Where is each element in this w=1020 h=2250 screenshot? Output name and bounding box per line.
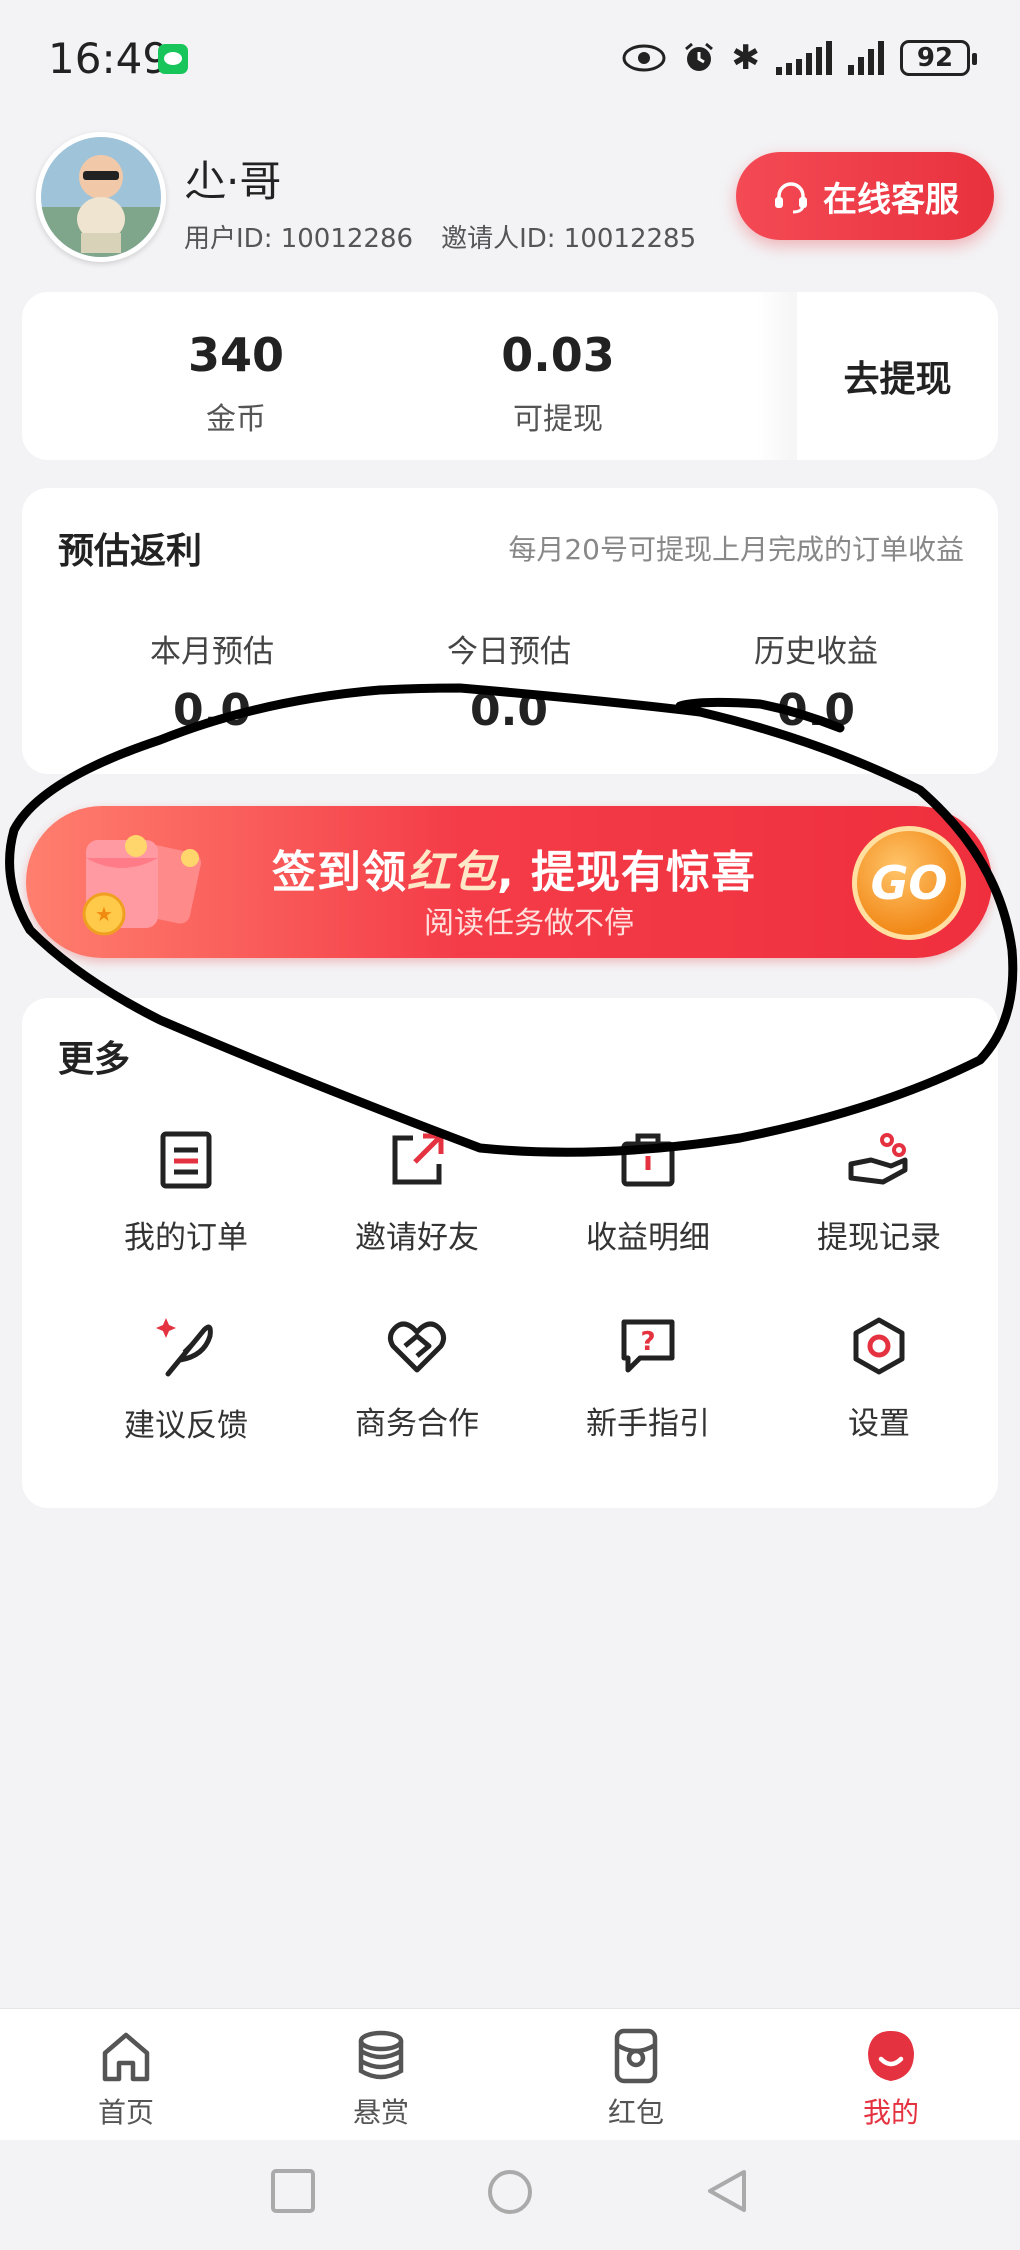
coins-stat[interactable]: 340 金币 [136, 328, 336, 438]
menu-item-invite[interactable]: 邀请好友 [317, 1130, 517, 1257]
go-button[interactable]: GO [852, 826, 966, 940]
profile-page: 16:49 ✱ 92 尐·哥 用户ID: 10012286 邀请人ID: 100… [0, 0, 1020, 2250]
headset-icon [775, 182, 807, 214]
banner-title-part2: , 提现有惊喜 [497, 847, 757, 898]
rebate-today-value: 0.0 [470, 685, 548, 736]
nav-label: 悬赏 [352, 2096, 409, 2129]
status-time: 16:49 [48, 34, 170, 83]
home-icon [102, 2032, 150, 2082]
order-icon [160, 1131, 212, 1189]
withdrawable-value: 0.03 [501, 328, 615, 382]
menu-label: 邀请好友 [355, 1220, 479, 1256]
rebate-note: 每月20号可提现上月完成的订单收益 [508, 533, 964, 566]
bottom-nav: 首页 悬赏 红包 我的 [0, 2008, 1020, 2140]
rebate-history-label: 历史收益 [754, 634, 878, 670]
home-button-icon[interactable] [486, 2168, 534, 2216]
withdrawable-stat[interactable]: 0.03 可提现 [458, 328, 658, 438]
nav-item-home[interactable]: 首页 [46, 2027, 206, 2131]
menu-label: 设置 [848, 1406, 910, 1442]
status-icons: ✱ 92 [622, 38, 977, 78]
menu-item-business[interactable]: 商务合作 [317, 1316, 517, 1443]
balance-card: 340 金币 0.03 可提现 去提现 [22, 292, 998, 460]
profile-icon [868, 2031, 914, 2081]
more-card: 更多 我的订单 邀请好友 收益明细 提现记录 建议反馈 商务合作 ? 新手指引 [22, 998, 998, 1508]
red-envelope-icon: ★ [82, 835, 201, 936]
menu-label: 建议反馈 [124, 1408, 248, 1444]
nav-item-red-packet[interactable]: 红包 [556, 2027, 716, 2131]
menu-item-feedback[interactable]: 建议反馈 [86, 1316, 286, 1445]
user-id: 用户ID: 10012286 [184, 224, 414, 254]
banner-subtitle: 阅读任务做不停 [424, 906, 634, 941]
wechat-notification-icon [158, 44, 188, 74]
nav-item-mine[interactable]: 我的 [811, 2027, 971, 2131]
coins-label: 金币 [206, 402, 266, 437]
avatar[interactable] [36, 132, 166, 262]
help-icon: ? [621, 1319, 675, 1373]
divider [757, 292, 797, 460]
handshake-icon [387, 1321, 447, 1373]
menu-item-guide[interactable]: ? 新手指引 [548, 1316, 748, 1443]
red-packet-icon [614, 2028, 658, 2084]
menu-item-earnings[interactable]: 收益明细 [548, 1130, 748, 1257]
rebate-month[interactable]: 本月预估 0.0 [102, 626, 322, 736]
system-nav-bar [0, 2140, 1020, 2250]
rebate-history-value: 0.0 [777, 685, 855, 736]
eye-icon [622, 44, 665, 72]
user-ids: 用户ID: 10012286 邀请人ID: 10012285 [184, 218, 696, 255]
menu-label: 我的订单 [124, 1220, 248, 1256]
rebate-month-label: 本月预估 [150, 634, 274, 670]
banner-title-part1: 签到领 [272, 847, 407, 898]
status-bar: 16:49 ✱ 92 [0, 0, 1020, 120]
rebate-card: 预估返利 每月20号可提现上月完成的订单收益 本月预估 0.0 今日预估 0.0… [22, 488, 998, 774]
online-service-button[interactable]: 在线客服 [736, 152, 994, 240]
withdraw-button[interactable]: 去提现 [797, 292, 998, 460]
battery-level: 92 [916, 43, 954, 73]
menu-item-withdraw-record[interactable]: 提现记录 [779, 1130, 979, 1257]
menu-label: 商务合作 [355, 1406, 479, 1442]
withdrawable-label: 可提现 [513, 402, 603, 437]
settings-icon [853, 1317, 905, 1375]
rebate-today[interactable]: 今日预估 0.0 [399, 626, 619, 736]
signal-icon [776, 41, 832, 75]
menu-label: 收益明细 [586, 1220, 710, 1256]
menu-label: 新手指引 [586, 1406, 710, 1442]
nav-label: 我的 [862, 2096, 919, 2129]
nav-label: 首页 [97, 2096, 154, 2129]
coins-icon [358, 2030, 404, 2080]
hand-coin-icon [848, 1133, 908, 1185]
inviter-id: 邀请人ID: 10012285 [441, 224, 697, 254]
coins-value: 340 [187, 328, 285, 382]
banner-title: 签到领红包, 提现有惊喜 [272, 836, 756, 900]
online-service-label: 在线客服 [823, 179, 959, 220]
menu-item-settings[interactable]: 设置 [779, 1316, 979, 1443]
rebate-title: 预估返利 [58, 531, 203, 572]
rebate-today-label: 今日预估 [447, 634, 571, 670]
sign-in-banner[interactable]: ★ 签到领红包, 提现有惊喜 阅读任务做不停 GO [26, 806, 992, 958]
svg-text:★: ★ [95, 902, 113, 926]
banner-title-highlight: 红包 [407, 847, 497, 898]
recent-apps-icon[interactable] [270, 2168, 316, 2214]
battery-icon: 92 [900, 40, 977, 76]
svg-text:?: ? [640, 1327, 655, 1357]
alarm-icon [684, 42, 713, 71]
share-icon [392, 1133, 444, 1185]
bluetooth-icon: ✱ [731, 38, 761, 78]
user-name: 尐·哥 [184, 157, 282, 206]
nav-label: 红包 [607, 2096, 664, 2129]
nav-item-reward[interactable]: 悬赏 [301, 2027, 461, 2131]
back-icon[interactable] [704, 2168, 750, 2214]
menu-item-orders[interactable]: 我的订单 [86, 1130, 286, 1257]
more-title: 更多 [58, 1039, 131, 1080]
feather-icon [156, 1318, 213, 1377]
rebate-month-value: 0.0 [173, 685, 251, 736]
rebate-history[interactable]: 历史收益 0.0 [706, 626, 926, 736]
menu-label: 提现记录 [817, 1220, 941, 1256]
signal-icon-2 [848, 41, 884, 75]
wallet-icon [621, 1133, 675, 1187]
